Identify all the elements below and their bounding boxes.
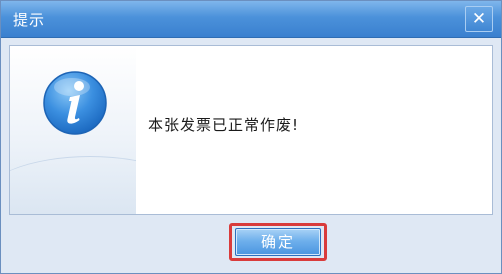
dialog-message: 本张发票已正常作废!: [148, 116, 300, 134]
info-icon: [43, 71, 107, 135]
message-dialog: 提示 ✕ 本张发票已正常作废! 确定: [0, 0, 502, 274]
dialog-body: 本张发票已正常作废!: [9, 45, 493, 215]
dialog-titlebar[interactable]: 提示 ✕: [1, 1, 501, 38]
dialog-footer: 确定: [1, 217, 501, 273]
icon-panel: [10, 46, 136, 214]
ok-button[interactable]: 确定: [235, 228, 321, 256]
dialog-title: 提示: [13, 11, 46, 29]
close-icon[interactable]: ✕: [465, 6, 493, 32]
